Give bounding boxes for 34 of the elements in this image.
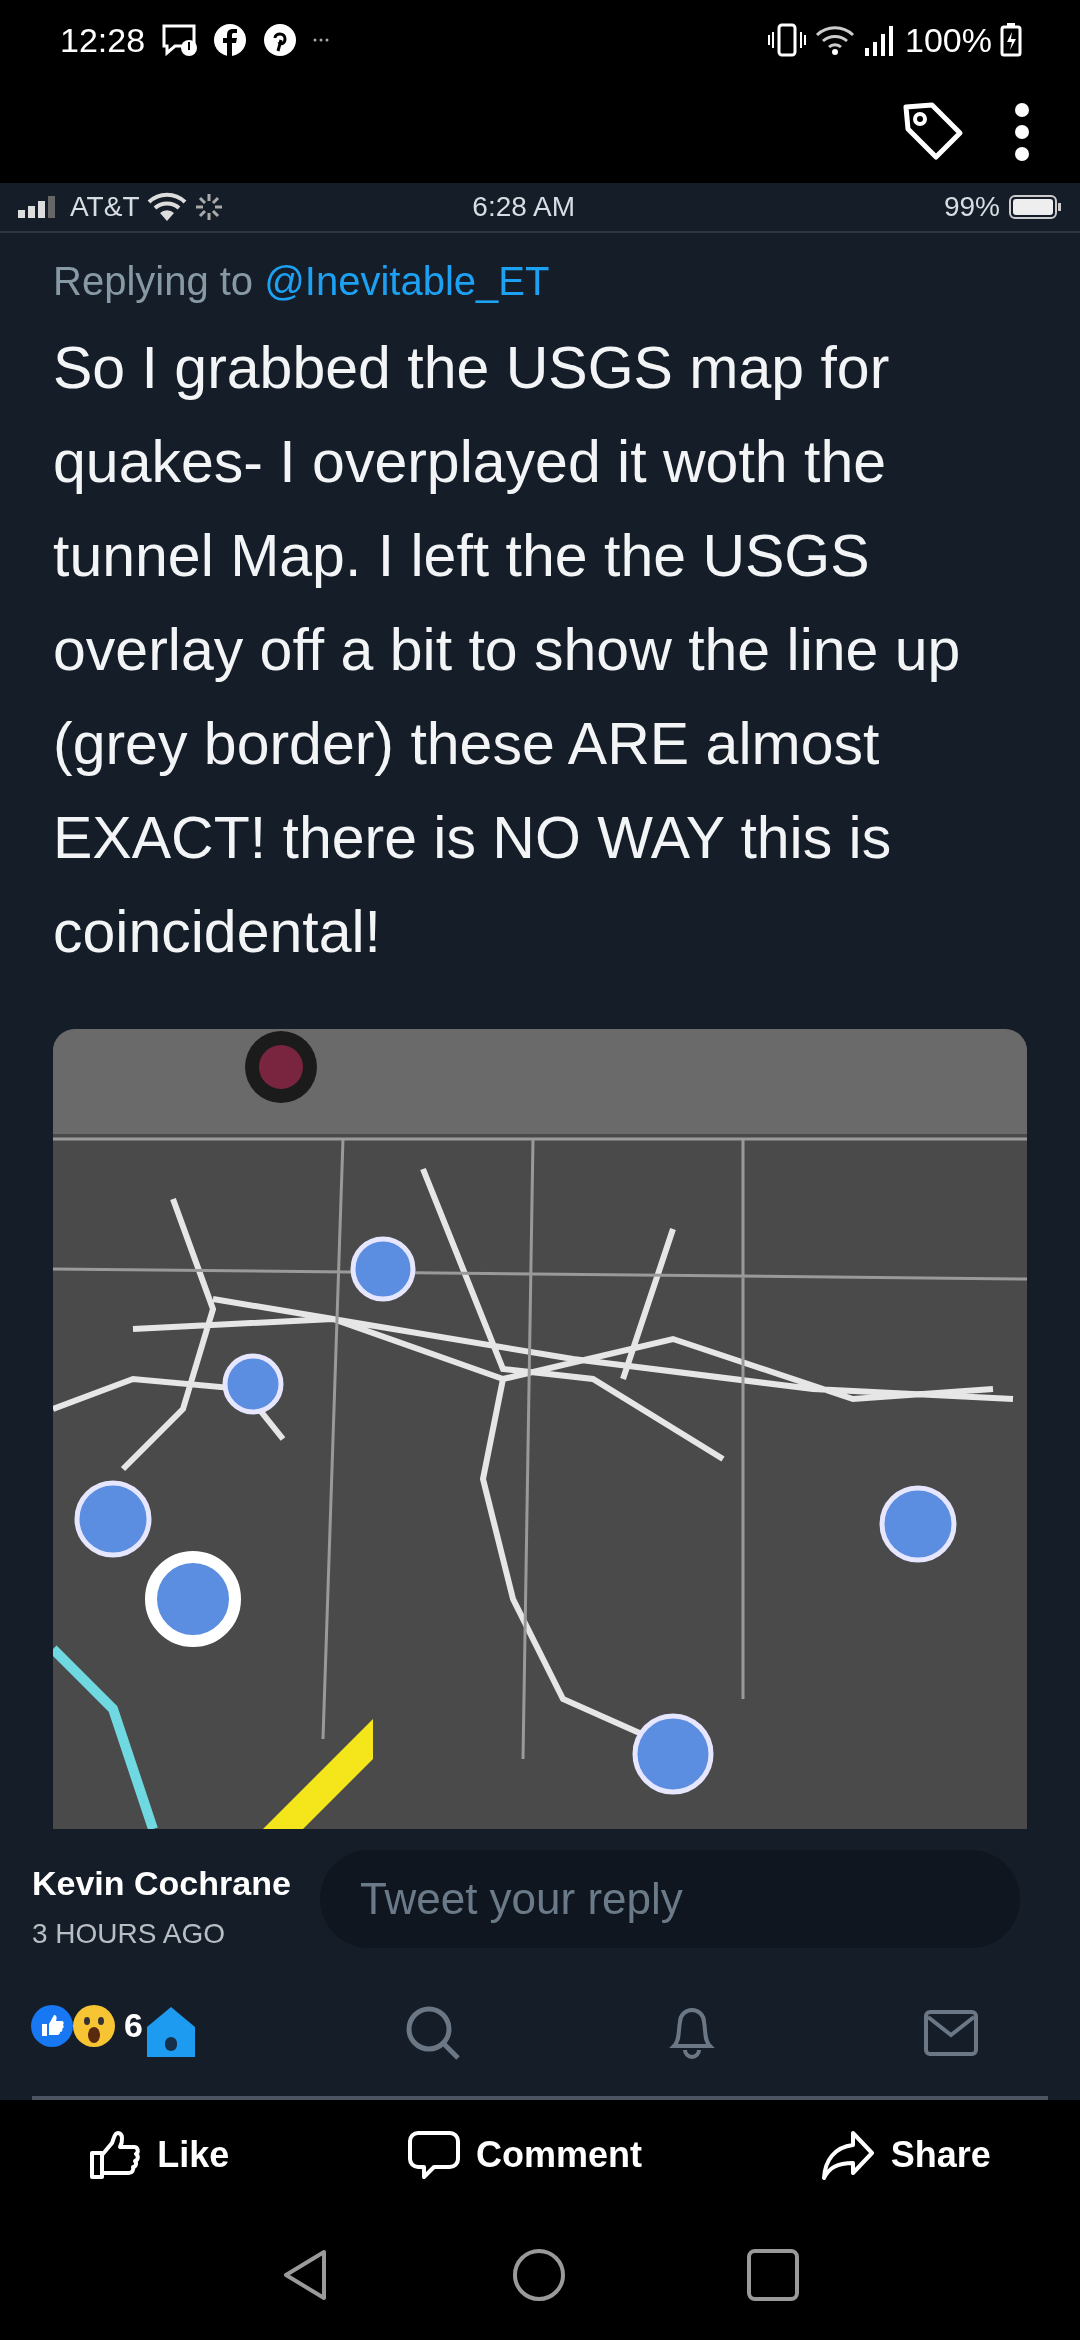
comment-button[interactable]: Comment (408, 2128, 642, 2182)
battery-percent: 100% (905, 19, 992, 61)
like-button[interactable]: Like (89, 2128, 230, 2182)
share-button[interactable]: Share (820, 2128, 991, 2182)
clock-time: 6:28 AM (472, 190, 576, 224)
wifi-icon (815, 24, 856, 56)
recent-apps-icon[interactable] (746, 2248, 800, 2302)
reply-input-field[interactable]: Tweet your reply (320, 1850, 1020, 1948)
like-reaction-icon (30, 2003, 74, 2048)
share-arrow-icon (820, 2130, 875, 2180)
facebook-icon (213, 23, 248, 57)
vibrate-icon (767, 23, 808, 57)
home-button-icon[interactable] (512, 2248, 566, 2302)
more-options-icon[interactable] (1014, 101, 1030, 162)
replying-to-text: Replying to @Inevitable_ET (53, 258, 551, 305)
tweet-text: So I grabbed the USGS map for quakes- I overplayed it woth the tunnel Map. I left the the USGS overlay off a bit to show the line up (grey border) these ARE almost EXACT! there is NO WAY this is coincidental! (53, 334, 962, 967)
wow-reaction-icon (72, 2003, 116, 2048)
pinterest-icon (263, 23, 298, 57)
battery-percent: 99% (943, 190, 1000, 224)
post-time: 3 HOURS AGO (32, 1917, 225, 1951)
author-name[interactable]: Kevin Cochrane (32, 1858, 291, 1909)
loading-spinner-icon (195, 193, 224, 221)
message-alert-icon (161, 23, 198, 57)
wifi-icon (147, 192, 188, 222)
battery-charging-icon (1000, 23, 1022, 57)
more-dots-icon (313, 38, 330, 42)
thumbs-up-icon (89, 2129, 142, 2181)
carrier-name: AT&T (70, 190, 140, 224)
clock-time: 12:28 (60, 19, 146, 61)
speech-bubble-icon (408, 2130, 460, 2180)
reaction-count[interactable]: 6 (124, 2000, 143, 2051)
battery-icon (1008, 194, 1062, 220)
mail-icon[interactable] (922, 2009, 979, 2057)
handle-link[interactable]: @Inevitable_ET (264, 259, 550, 303)
